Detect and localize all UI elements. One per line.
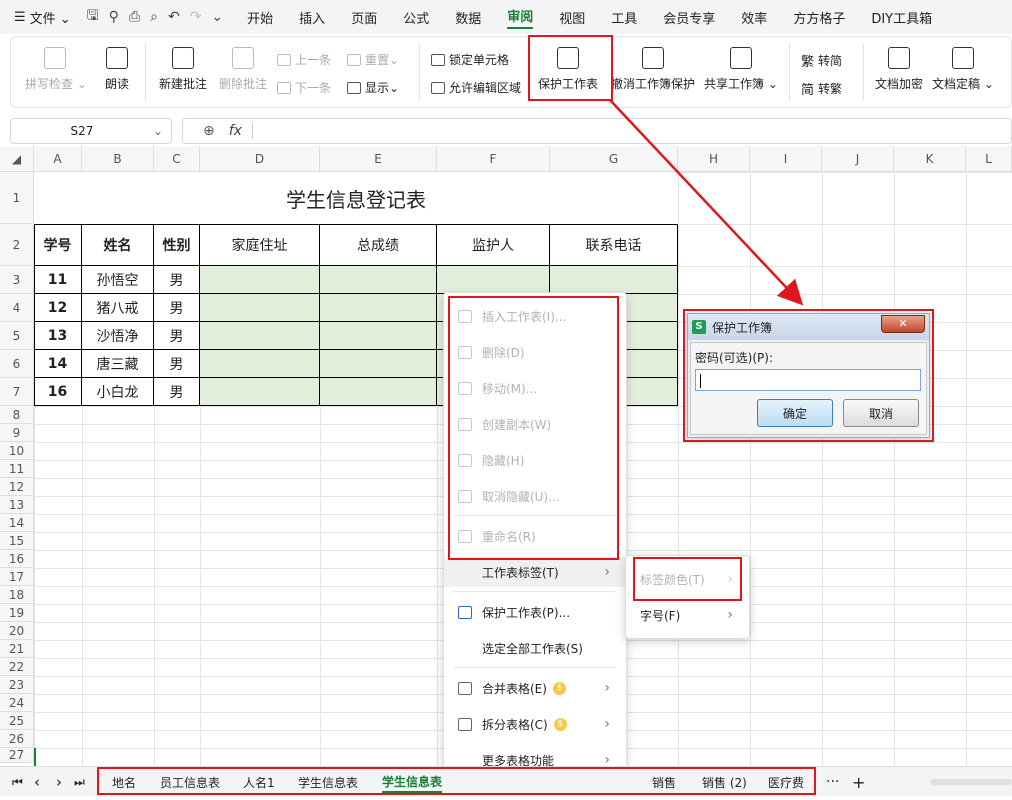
annotation-arrow	[609, 99, 804, 306]
